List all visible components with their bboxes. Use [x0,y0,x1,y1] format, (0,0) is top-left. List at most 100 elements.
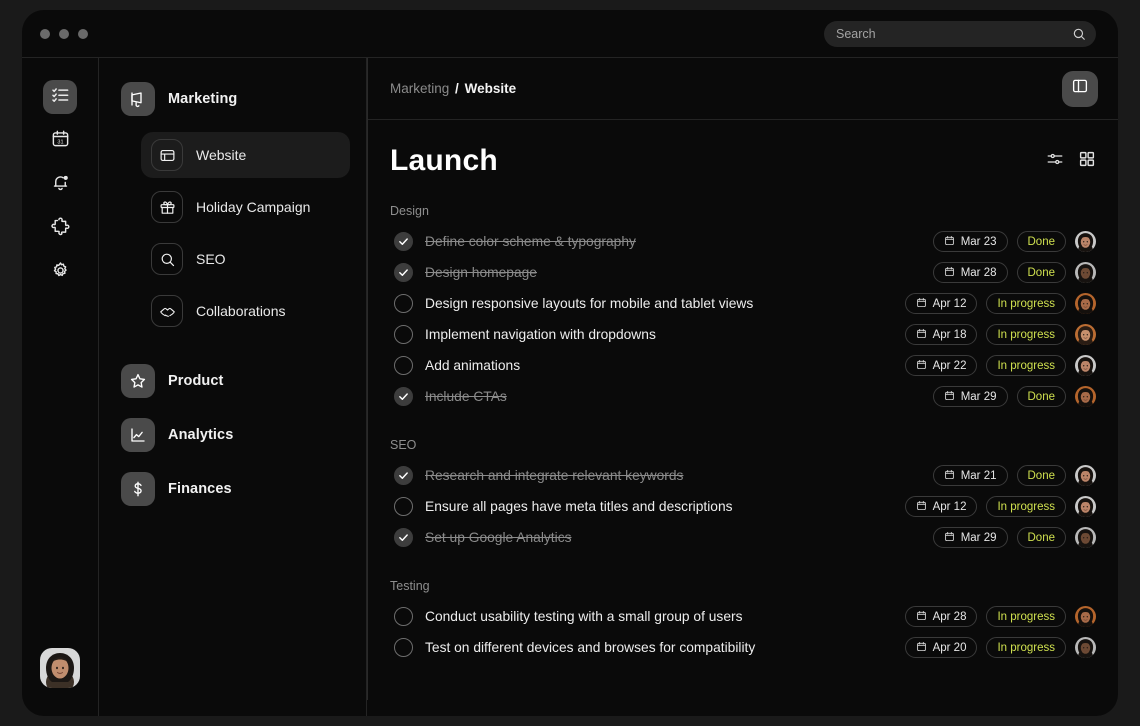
rail-item-notifications[interactable] [43,168,77,202]
task-checkbox[interactable] [394,356,413,375]
task-due-date[interactable]: Apr 12 [905,293,978,314]
status-badge[interactable]: Done [1017,262,1067,283]
section-title: SEO [390,438,1096,452]
star-icon [121,364,155,398]
task-due-date[interactable]: Apr 20 [905,637,978,658]
status-badge[interactable]: In progress [986,606,1066,627]
status-badge[interactable]: In progress [986,324,1066,345]
status-badge[interactable]: Done [1017,386,1067,407]
task-assignee-avatar[interactable] [1075,527,1096,548]
task-due-date-label: Apr 28 [933,611,967,623]
close-window-button[interactable] [40,29,50,39]
task-title: Design responsive layouts for mobile and… [425,296,753,311]
app-window: 31 [22,10,1118,716]
task-assignee-avatar[interactable] [1075,637,1096,658]
task-due-date-label: Mar 29 [961,391,997,403]
task-assignee-avatar[interactable] [1075,355,1096,376]
task-assignee-avatar[interactable] [1075,496,1096,517]
task-due-date[interactable]: Mar 23 [933,231,1008,252]
status-badge[interactable]: In progress [986,496,1066,517]
task-checkbox[interactable] [394,638,413,657]
task-meta: Apr 12 In progress [905,496,1096,517]
sidebar-group-label: Marketing [168,91,237,107]
status-badge[interactable]: Done [1017,465,1067,486]
gear-icon [51,261,70,285]
bell-icon [51,173,70,197]
task-assignee-avatar[interactable] [1075,324,1096,345]
sliders-icon[interactable] [1046,150,1064,173]
dollar-icon [121,472,155,506]
task-row[interactable]: Conduct usability testing with a small g… [390,601,1096,632]
status-badge[interactable]: In progress [986,355,1066,376]
task-meta: Apr 28 In progress [905,606,1096,627]
task-due-date[interactable]: Mar 29 [933,386,1008,407]
calendar-icon [916,297,927,311]
task-checkbox[interactable] [394,497,413,516]
task-checkbox[interactable] [394,263,413,282]
rail-item-integrations[interactable] [43,212,77,246]
rail-item-calendar[interactable]: 31 [43,124,77,158]
task-due-date[interactable]: Apr 12 [905,496,978,517]
task-due-date-label: Apr 12 [933,501,967,513]
section-title: Testing [390,579,1096,593]
task-checkbox[interactable] [394,607,413,626]
task-checkbox[interactable] [394,294,413,313]
task-row[interactable]: Include CTAs Mar 29 Done [390,381,1096,412]
status-badge[interactable]: Done [1017,231,1067,252]
task-checkbox[interactable] [394,325,413,344]
task-row[interactable]: Test on different devices and browses fo… [390,632,1096,663]
status-badge[interactable]: Done [1017,527,1067,548]
sidebar-group-analytics[interactable]: Analytics [115,414,350,456]
breadcrumb-parent[interactable]: Marketing [390,81,449,96]
panel-toggle-button[interactable] [1062,71,1098,107]
task-row[interactable]: Add animations Apr 22 In progress [390,350,1096,381]
task-checkbox[interactable] [394,466,413,485]
sidebar-item-holiday-campaign[interactable]: Holiday Campaign [141,184,350,230]
grid-icon[interactable] [1078,150,1096,173]
task-row[interactable]: Implement navigation with dropdowns Apr … [390,319,1096,350]
task-due-date[interactable]: Apr 28 [905,606,978,627]
task-row[interactable]: Ensure all pages have meta titles and de… [390,491,1096,522]
task-due-date[interactable]: Apr 18 [905,324,978,345]
task-due-date[interactable]: Mar 28 [933,262,1008,283]
task-row[interactable]: Set up Google Analytics Mar 29 Done [390,522,1096,553]
task-assignee-avatar[interactable] [1075,465,1096,486]
rail-item-tasks[interactable] [43,80,77,114]
sidebar-item-website[interactable]: Website [141,132,350,178]
status-badge[interactable]: In progress [986,637,1066,658]
title-row: Launch [390,144,1096,178]
sidebar-item-collaborations[interactable]: Collaborations [141,288,350,334]
sidebar-group-marketing[interactable]: Marketing [115,78,350,120]
maximize-window-button[interactable] [78,29,88,39]
task-due-date-label: Apr 12 [933,298,967,310]
status-badge[interactable]: In progress [986,293,1066,314]
sidebar-group-label: Product [168,373,223,389]
search-bar[interactable] [824,21,1096,47]
task-due-date[interactable]: Mar 21 [933,465,1008,486]
sidebar-group-finances[interactable]: Finances [115,468,350,510]
task-checkbox[interactable] [394,528,413,547]
task-row[interactable]: Research and integrate relevant keywords… [390,460,1096,491]
task-checkbox[interactable] [394,232,413,251]
task-due-date-label: Apr 20 [933,642,967,654]
task-assignee-avatar[interactable] [1075,293,1096,314]
task-assignee-avatar[interactable] [1075,231,1096,252]
sidebar-item-seo[interactable]: SEO [141,236,350,282]
task-row[interactable]: Design homepage Mar 28 Done [390,257,1096,288]
task-assignee-avatar[interactable] [1075,606,1096,627]
task-assignee-avatar[interactable] [1075,386,1096,407]
task-row[interactable]: Design responsive layouts for mobile and… [390,288,1096,319]
sidebar-group-product[interactable]: Product [115,360,350,402]
user-avatar[interactable] [40,648,80,688]
task-due-date[interactable]: Mar 29 [933,527,1008,548]
task-checkbox[interactable] [394,387,413,406]
task-due-date-label: Mar 29 [961,532,997,544]
minimize-window-button[interactable] [59,29,69,39]
search-input[interactable] [836,27,1072,41]
task-assignee-avatar[interactable] [1075,262,1096,283]
task-row[interactable]: Define color scheme & typography Mar 23 … [390,226,1096,257]
calendar-icon [944,235,955,249]
task-due-date[interactable]: Apr 22 [905,355,978,376]
rail-item-settings[interactable] [43,256,77,290]
task-meta: Apr 18 In progress [905,324,1096,345]
